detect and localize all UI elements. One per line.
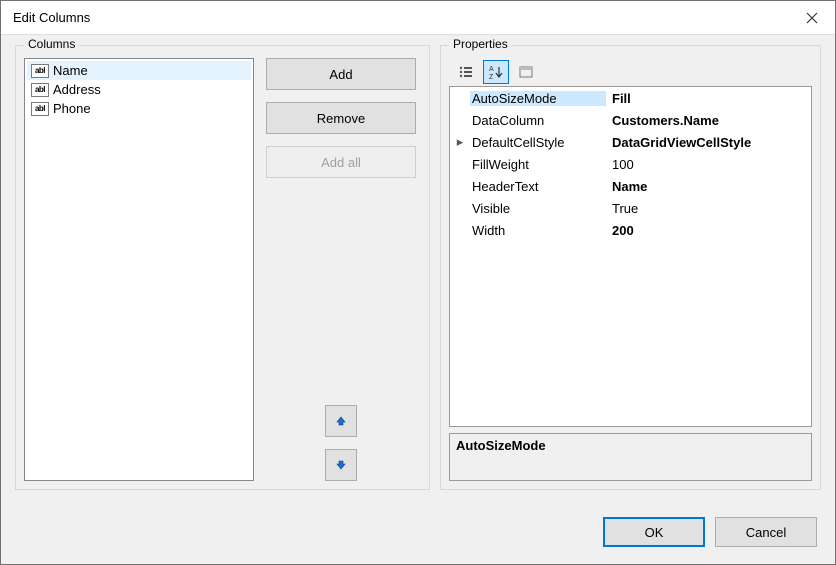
property-row[interactable]: VisibleTrue	[450, 197, 811, 219]
svg-text:A: A	[489, 66, 494, 73]
arrow-up-icon	[335, 415, 347, 427]
add-button[interactable]: Add	[266, 58, 416, 90]
property-name: AutoSizeMode	[470, 91, 606, 106]
property-row[interactable]: ▸DefaultCellStyleDataGridViewCellStyle	[450, 131, 811, 153]
properties-groupbox: Properties A Z	[440, 45, 821, 490]
ok-button[interactable]: OK	[603, 517, 705, 547]
move-up-button[interactable]	[325, 405, 357, 437]
columns-listbox[interactable]: abl Name abl Address abl Phone	[24, 58, 254, 481]
property-pages-button[interactable]	[513, 60, 539, 84]
alphabetical-button[interactable]: A Z	[483, 60, 509, 84]
close-icon	[806, 12, 818, 24]
list-item[interactable]: abl Phone	[27, 99, 251, 118]
property-pages-icon	[518, 64, 534, 80]
properties-legend: Properties	[449, 37, 512, 51]
remove-button[interactable]: Remove	[266, 102, 416, 134]
list-item-label: Address	[53, 82, 101, 97]
arrow-down-icon	[335, 459, 347, 471]
property-description-name: AutoSizeMode	[456, 438, 805, 453]
property-name: FillWeight	[470, 157, 606, 172]
dialog-footer: OK Cancel	[1, 500, 835, 564]
list-item-label: Phone	[53, 101, 91, 116]
move-down-button[interactable]	[325, 449, 357, 481]
textbox-icon: abl	[31, 64, 49, 78]
list-item[interactable]: abl Name	[27, 61, 251, 80]
add-all-button[interactable]: Add all	[266, 146, 416, 178]
categorized-icon	[458, 64, 474, 80]
property-name: DataColumn	[470, 113, 606, 128]
property-value[interactable]: True	[606, 201, 811, 216]
property-name: DefaultCellStyle	[470, 135, 606, 150]
columns-inner: abl Name abl Address abl Phone Add Remov…	[24, 58, 421, 481]
expand-toggle[interactable]: ▸	[450, 134, 470, 150]
close-button[interactable]	[789, 1, 835, 35]
properties-inner: A Z AutoSizeModeFillDataColumnCustomers.…	[449, 58, 812, 481]
property-name: HeaderText	[470, 179, 606, 194]
property-grid[interactable]: AutoSizeModeFillDataColumnCustomers.Name…	[449, 86, 812, 427]
alphabetical-icon: A Z	[488, 64, 504, 80]
textbox-icon: abl	[31, 102, 49, 116]
property-value[interactable]: Fill	[606, 91, 811, 106]
button-column: Add Remove Add all	[266, 58, 416, 481]
property-row[interactable]: HeaderTextName	[450, 175, 811, 197]
property-description: AutoSizeMode	[449, 433, 812, 481]
property-value[interactable]: Name	[606, 179, 811, 194]
dialog-window: Edit Columns Columns abl Name abl Addres…	[0, 0, 836, 565]
property-row[interactable]: AutoSizeModeFill	[450, 87, 811, 109]
svg-text:Z: Z	[489, 74, 494, 80]
property-value[interactable]: Customers.Name	[606, 113, 811, 128]
property-name: Visible	[470, 201, 606, 216]
property-value[interactable]: 200	[606, 223, 811, 238]
textbox-icon: abl	[31, 83, 49, 97]
list-item-label: Name	[53, 63, 88, 78]
property-row[interactable]: Width200	[450, 219, 811, 241]
content-area: Columns abl Name abl Address abl Phone	[1, 35, 835, 500]
property-value[interactable]: 100	[606, 157, 811, 172]
list-item[interactable]: abl Address	[27, 80, 251, 99]
property-row[interactable]: FillWeight100	[450, 153, 811, 175]
property-value[interactable]: DataGridViewCellStyle	[606, 135, 811, 150]
cancel-button[interactable]: Cancel	[715, 517, 817, 547]
columns-legend: Columns	[24, 37, 79, 51]
property-name: Width	[470, 223, 606, 238]
columns-groupbox: Columns abl Name abl Address abl Phone	[15, 45, 430, 490]
propertygrid-toolbar: A Z	[449, 58, 812, 86]
titlebar: Edit Columns	[1, 1, 835, 35]
categorized-button[interactable]	[453, 60, 479, 84]
property-row[interactable]: DataColumnCustomers.Name	[450, 109, 811, 131]
window-title: Edit Columns	[13, 10, 789, 25]
